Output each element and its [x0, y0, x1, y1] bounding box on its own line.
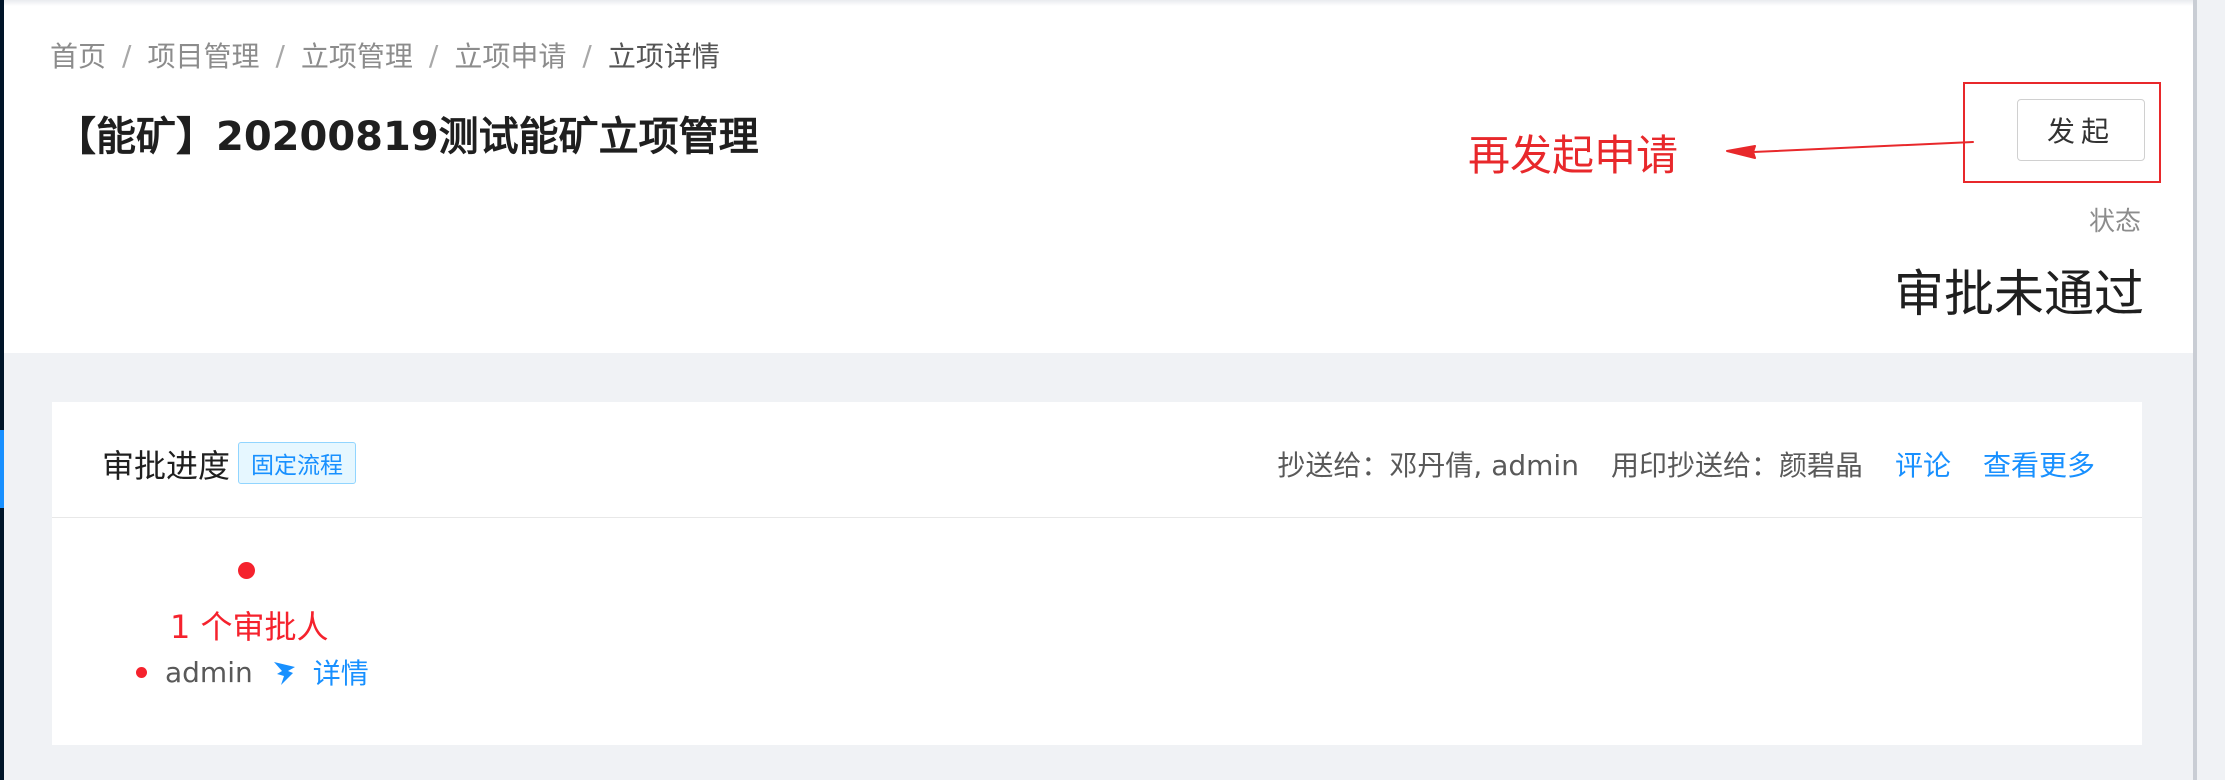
approver-count: 1 个审批人	[170, 608, 329, 646]
breadcrumb-home[interactable]: 首页	[50, 35, 106, 75]
scrollbar[interactable]	[2193, 0, 2197, 780]
breadcrumb-initiation-application[interactable]: 立项申请	[454, 35, 566, 75]
view-more-link[interactable]: 查看更多	[1983, 444, 2095, 484]
cc-recipients: 抄送给：邓丹倩, admin	[1277, 449, 1579, 482]
annotation-text: 再发起申请	[1468, 131, 1679, 180]
approval-progress-card: 审批进度 固定流程 抄送给：邓丹倩, admin 用印抄送给：颜碧晶 评论 查看…	[52, 402, 2142, 745]
progress-node-dot	[238, 562, 255, 579]
approval-card-extra: 抄送给：邓丹倩, admin 用印抄送给：颜碧晶 评论 查看更多	[1277, 444, 2095, 484]
process-type-tag: 固定流程	[238, 442, 356, 484]
page-title: 【能矿】20200819测试能矿立项管理	[56, 114, 759, 160]
approver-detail-link[interactable]: 详情	[313, 652, 369, 692]
launch-button[interactable]: 发起	[2017, 99, 2145, 161]
comment-link[interactable]: 评论	[1895, 444, 1951, 484]
right-gutter	[2193, 0, 2225, 780]
breadcrumb-project-management[interactable]: 项目管理	[147, 35, 259, 75]
approval-card-header: 审批进度 固定流程 抄送给：邓丹倩, admin 用印抄送给：颜碧晶 评论 查看…	[52, 402, 2142, 518]
approver-name: admin	[165, 655, 253, 689]
breadcrumb-separator: /	[428, 38, 439, 72]
approval-title: 审批进度	[102, 447, 231, 485]
breadcrumb-separator: /	[275, 38, 285, 72]
breadcrumb-separator: /	[582, 38, 592, 72]
annotation-arrow-icon	[1726, 141, 1974, 159]
status-value: 审批未通过	[1894, 265, 2144, 323]
approver-status-dot	[136, 666, 147, 678]
breadcrumb-initiation-management[interactable]: 立项管理	[301, 35, 413, 75]
breadcrumb-separator: /	[122, 38, 132, 72]
seal-cc-recipients: 用印抄送给：颜碧晶	[1610, 449, 1863, 482]
status-label: 状态	[2089, 207, 2142, 237]
breadcrumb-current: 立项详情	[607, 40, 720, 73]
approver-row: admin 详情	[136, 652, 369, 692]
breadcrumb: 首页 / 项目管理 / 立项管理 / 立项申请 / 立项详情	[50, 35, 720, 75]
dingtalk-icon	[273, 662, 295, 685]
